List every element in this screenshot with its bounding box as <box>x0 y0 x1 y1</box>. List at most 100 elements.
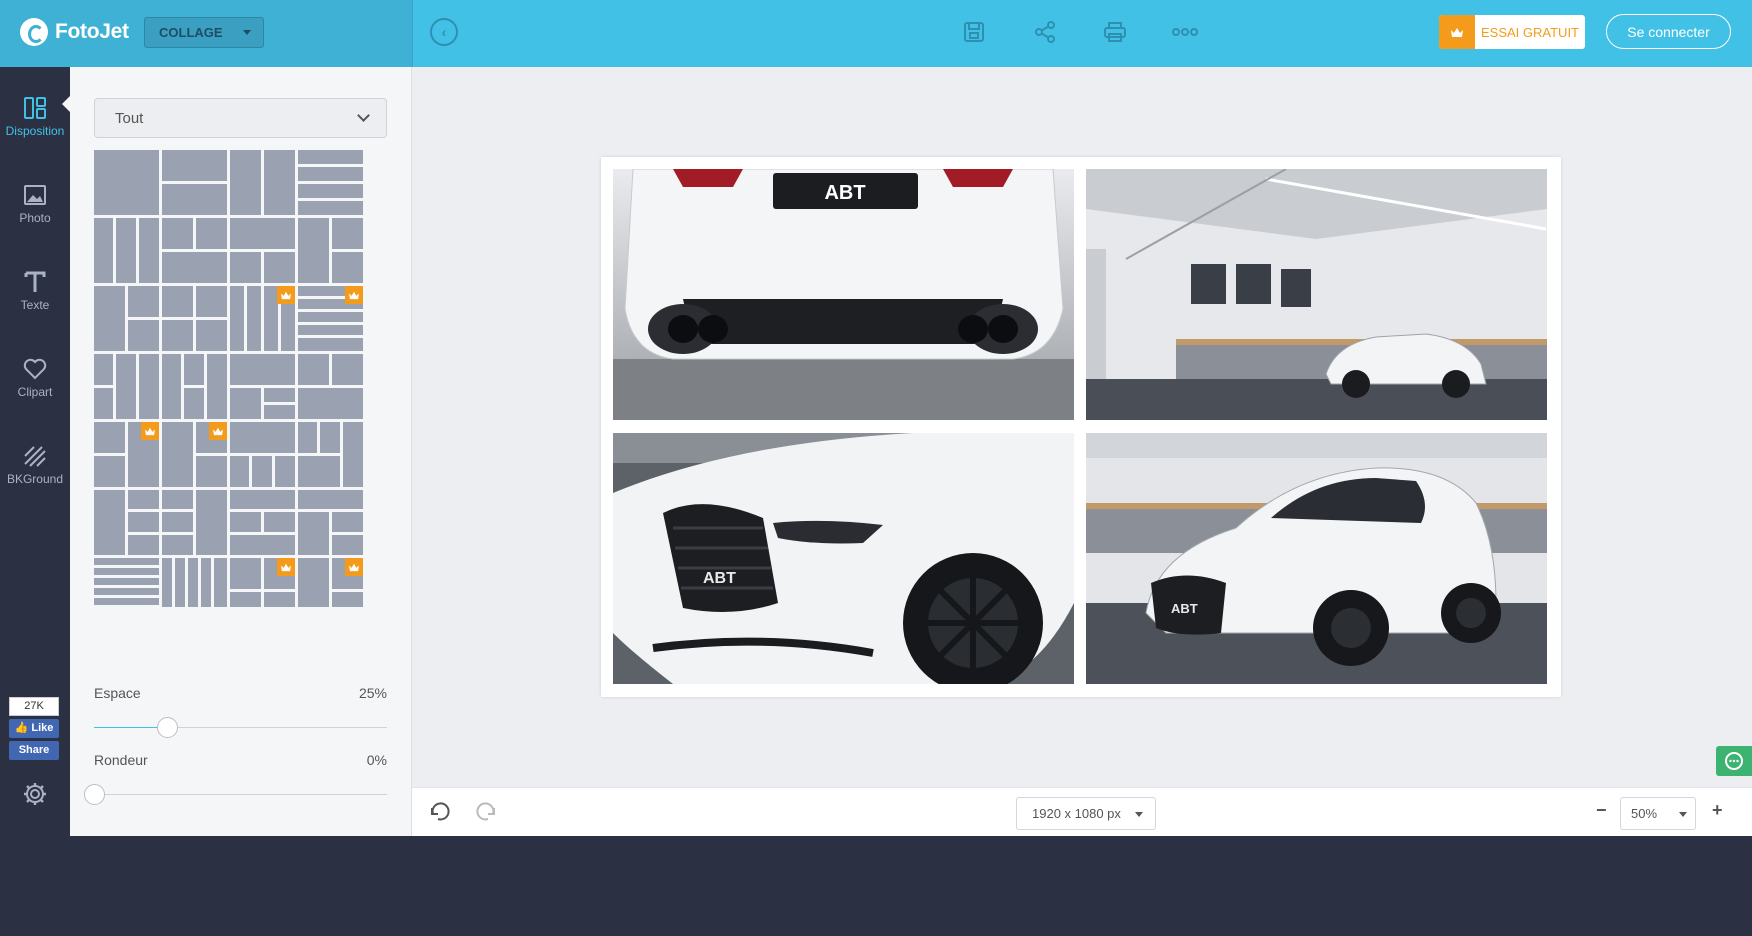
zoom-out-button[interactable]: − <box>1596 800 1607 821</box>
collage-canvas[interactable]: ABT ABT ABT <box>601 157 1561 697</box>
layout-cell <box>94 422 125 453</box>
layout-option[interactable] <box>298 422 363 487</box>
layout-option[interactable] <box>298 218 363 283</box>
free-trial-button[interactable]: ESSAI GRATUIT <box>1439 15 1585 49</box>
layout-cell <box>298 312 363 322</box>
rail-label-disposition: Disposition <box>5 124 65 138</box>
layout-option[interactable] <box>298 286 363 351</box>
rail-label-texte: Texte <box>20 298 50 312</box>
layout-cell <box>264 286 278 351</box>
layout-option[interactable] <box>94 150 159 215</box>
back-icon[interactable]: ‹ <box>430 18 458 46</box>
workspace: ABT ABT ABT <box>412 67 1752 787</box>
rail-item-disposition[interactable]: Disposition <box>0 84 70 154</box>
spacing-slider-thumb[interactable] <box>157 717 178 738</box>
layout-option[interactable] <box>230 286 295 351</box>
layout-cell <box>332 535 363 555</box>
premium-crown-icon <box>141 422 159 440</box>
bottom-bar: 1920 x 1080 px − 50% + <box>412 787 1752 836</box>
layout-option[interactable] <box>94 354 159 419</box>
share-icon[interactable] <box>1031 18 1059 46</box>
facebook-like-button[interactable]: 👍 Like <box>9 719 59 738</box>
free-trial-label: ESSAI GRATUIT <box>1481 24 1579 40</box>
login-button[interactable]: Se connecter <box>1606 14 1731 49</box>
layout-option[interactable] <box>230 150 295 215</box>
layout-cell <box>162 354 181 419</box>
layout-filter-dropdown[interactable]: Tout <box>94 98 387 138</box>
layout-cell <box>94 456 125 487</box>
layout-option[interactable] <box>162 490 227 555</box>
layout-cell <box>162 150 227 181</box>
rail-item-bkground[interactable]: BKGround <box>0 432 70 502</box>
layout-option[interactable] <box>162 558 227 607</box>
layout-option[interactable] <box>230 218 295 283</box>
canvas-size-dropdown[interactable]: 1920 x 1080 px <box>1016 797 1156 830</box>
facebook-share-button[interactable]: Share <box>9 741 59 760</box>
rail-item-photo[interactable]: Photo <box>0 171 70 241</box>
crown-icon <box>1439 15 1475 49</box>
rail-item-texte[interactable]: Texte <box>0 258 70 328</box>
layout-cell <box>162 320 193 351</box>
spacing-slider[interactable] <box>94 717 387 738</box>
layout-option[interactable] <box>94 286 159 351</box>
zoom-in-button[interactable]: + <box>1712 800 1723 821</box>
audi-front-closeup-photo[interactable]: ABT <box>613 433 1074 684</box>
canvas-size-value: 1920 x 1080 px <box>1032 806 1121 821</box>
redo-icon[interactable] <box>474 802 498 822</box>
layout-cell <box>298 354 329 385</box>
roundness-slider[interactable] <box>84 784 387 805</box>
roundness-slider-thumb[interactable] <box>84 784 105 805</box>
layout-option[interactable] <box>162 218 227 283</box>
layout-option[interactable] <box>162 422 227 487</box>
layout-option[interactable] <box>94 422 159 487</box>
save-icon[interactable] <box>960 18 988 46</box>
caret-down-icon <box>1679 812 1687 817</box>
layout-option[interactable] <box>94 218 159 283</box>
zoom-value: 50% <box>1631 806 1658 821</box>
layout-option[interactable] <box>298 354 363 419</box>
gear-icon[interactable] <box>22 781 48 807</box>
chat-icon[interactable] <box>1716 746 1752 776</box>
layout-cell <box>128 490 159 509</box>
layout-cell <box>332 354 363 385</box>
layout-option[interactable] <box>94 558 159 607</box>
layout-option[interactable] <box>230 490 295 555</box>
layout-cell <box>230 422 295 453</box>
layout-cell <box>162 490 193 509</box>
undo-icon[interactable] <box>428 802 452 822</box>
fotojet-logo[interactable]: FotoJet <box>20 18 129 46</box>
brand-area: FotoJet COLLAGE <box>0 0 412 67</box>
layout-cell <box>252 456 272 487</box>
layout-cell <box>264 592 295 607</box>
layout-cell <box>94 588 159 595</box>
layout-option[interactable] <box>162 150 227 215</box>
mode-dropdown[interactable]: COLLAGE <box>144 17 264 48</box>
layout-cell <box>128 320 159 351</box>
logo-icon <box>20 18 48 46</box>
more-icon[interactable] <box>1171 18 1199 46</box>
layout-option[interactable] <box>230 422 295 487</box>
layout-cell <box>175 558 185 607</box>
layout-cell <box>230 456 249 487</box>
layout-option[interactable] <box>94 490 159 555</box>
layout-cell <box>94 354 113 385</box>
layout-option[interactable] <box>298 150 363 215</box>
audi-garage-photo[interactable] <box>1086 169 1547 420</box>
layout-cell <box>139 218 159 283</box>
layout-option[interactable] <box>230 354 295 419</box>
layout-option[interactable] <box>298 490 363 555</box>
print-icon[interactable] <box>1101 18 1129 46</box>
layout-option[interactable] <box>298 558 363 607</box>
layout-cell <box>298 325 363 335</box>
layout-option[interactable] <box>162 354 227 419</box>
zoom-dropdown[interactable]: 50% <box>1620 797 1696 830</box>
audi-front-three-quarter-photo[interactable]: ABT <box>1086 433 1547 684</box>
layout-option[interactable] <box>162 286 227 351</box>
facebook-like-label: Like <box>31 722 54 734</box>
layout-cell <box>162 218 193 249</box>
layout-option[interactable] <box>230 558 295 607</box>
rail-item-clipart[interactable]: Clipart <box>0 345 70 415</box>
layout-cell <box>332 592 363 607</box>
audi-rear-photo[interactable]: ABT <box>613 169 1074 420</box>
caret-down-icon <box>1135 812 1143 817</box>
